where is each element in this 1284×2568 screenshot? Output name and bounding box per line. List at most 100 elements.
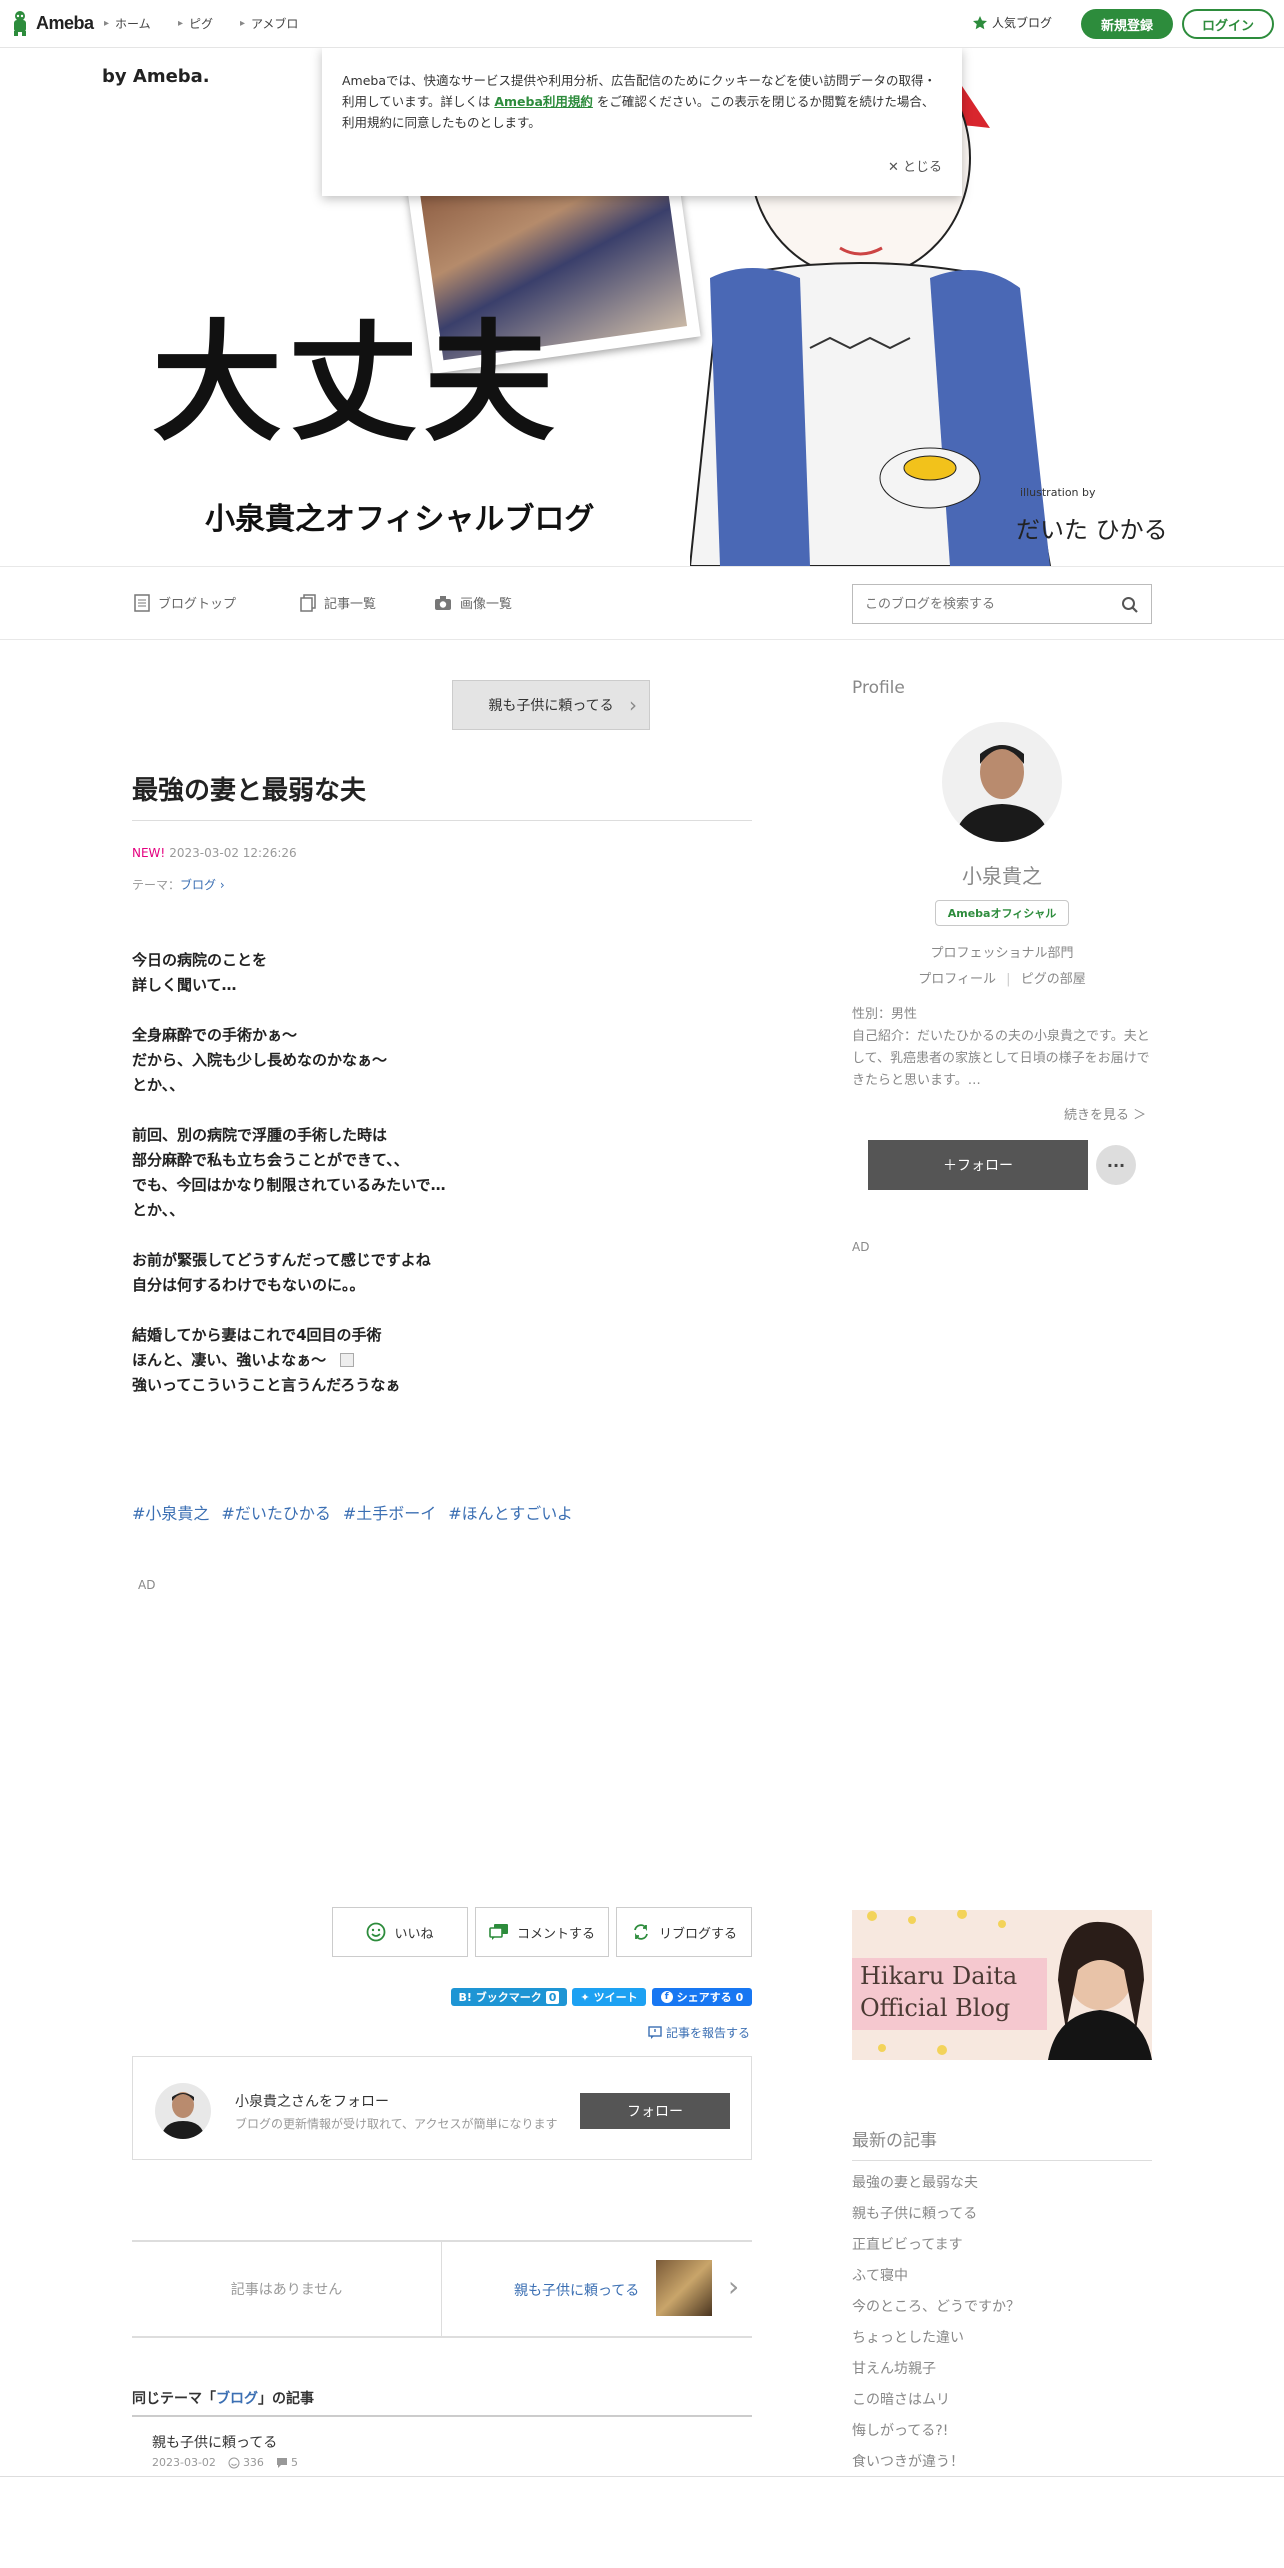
separator: | — [1006, 972, 1011, 987]
latest-article-link[interactable]: 食いつきが違う！ — [852, 2451, 964, 2471]
broken-image-icon — [340, 1353, 354, 1367]
more-options-button[interactable]: ··· — [1096, 1145, 1136, 1185]
article-pager: 記事はありません 親も子供に頼ってる › — [132, 2240, 752, 2338]
same-theme-article-link[interactable]: 親も子供に頼ってる — [152, 2432, 277, 2452]
blog-top-label: ブログトップ — [158, 597, 237, 612]
latest-article-link[interactable]: 悔しがってる?! — [852, 2420, 948, 2440]
like-button[interactable]: いいね — [332, 1907, 468, 1957]
nav-label: アメブロ — [251, 17, 299, 31]
pigg-room-link[interactable]: ピグの部屋 — [1021, 972, 1086, 987]
latest-article-link[interactable]: 最強の妻と最弱な夫 — [852, 2172, 978, 2192]
header-subtitle: 小泉貴之オフィシャルブログ — [205, 502, 595, 537]
reblog-button[interactable]: リブログする — [616, 1907, 752, 1957]
search-icon[interactable] — [1121, 596, 1139, 614]
same-theme-article-meta: 2023-03-02 336 5 — [152, 2456, 298, 2469]
read-more-link[interactable]: 続きを見る ＞ — [1064, 1104, 1146, 1123]
profile-links: プロフィール | ピグの部屋 — [852, 968, 1152, 987]
profile-intro: 自己紹介：だいたひかるの夫の小泉貴之です。夫として、乳癌患者の家族として日頃の様… — [852, 1029, 1150, 1088]
star-badge-icon — [972, 15, 987, 29]
latest-article-link[interactable]: 正直ビビってます — [852, 2234, 963, 2254]
hashtag-link[interactable]: #ほんとすごいよ — [448, 1500, 573, 1524]
banner-line2: Official Blog — [860, 1994, 1011, 2022]
blog-search-box — [852, 584, 1152, 624]
like-label: いいね — [394, 1926, 434, 1942]
tweet-label: ツイート — [593, 1991, 638, 2004]
new-badge: NEW! — [132, 846, 166, 860]
facebook-icon: f — [660, 1991, 673, 2003]
comment-button[interactable]: コメントする — [475, 1907, 609, 1957]
blog-search-input[interactable] — [853, 585, 1103, 623]
profile-link[interactable]: プロフィール — [918, 972, 996, 987]
theme-link[interactable]: ブログ — [180, 878, 216, 892]
like-count-value: 336 — [242, 2456, 264, 2469]
facebook-share-button[interactable]: f シェアする 0 — [652, 1988, 752, 2006]
article-list-link[interactable]: 記事一覧 — [300, 593, 376, 612]
cookie-consent-dialog: Amebaでは、快適なサービス提供や利用分析、広告配信のためにクッキーなどを使い… — [322, 48, 962, 196]
report-article-link[interactable]: 記事を報告する — [648, 2024, 750, 2041]
popular-blog-label: 人気ブログ — [991, 16, 1052, 30]
latest-article-link[interactable]: 親も子供に頼ってる — [852, 2203, 977, 2223]
smile-icon — [367, 1922, 386, 1942]
copy-icon — [300, 593, 316, 612]
illustrator-signature: だいた ひかる — [1016, 516, 1168, 544]
blog-header[interactable]: by Ameba. 大丈夫 小泉貴之オフィシャルブログ illustration… — [0, 48, 1284, 566]
hashtag-link[interactable]: #だいたひかる — [221, 1500, 330, 1524]
register-button[interactable]: 新規登録 — [1081, 9, 1173, 39]
hikaru-daita-banner[interactable]: Hikaru Daita Official Blog — [852, 1910, 1152, 2060]
follow-title: 小泉貴之さんをフォロー — [235, 2094, 389, 2110]
previous-article-button[interactable]: 親も子供に頼ってる › — [452, 680, 650, 730]
login-button[interactable]: ログイン — [1182, 9, 1274, 39]
article-title: 最強の妻と最弱な夫 — [132, 776, 367, 806]
chevron-right-icon[interactable]: › — [728, 2270, 739, 2303]
latest-article-link[interactable]: この暗さはムリ — [852, 2389, 950, 2409]
latest-article-link[interactable]: ちょっとした違い — [852, 2327, 964, 2347]
tweet-button[interactable]: ✦ ツイート — [572, 1988, 646, 2006]
follow-desc: ブログの更新情報が受け取れて、アクセスが簡単になります — [235, 2117, 558, 2131]
chevron-right-icon: ▸ — [104, 18, 110, 29]
pager-next-link[interactable]: 親も子供に頼ってる — [514, 2280, 639, 2300]
follow-button[interactable]: フォロー — [580, 2093, 730, 2129]
hatena-count: 0 — [545, 1990, 560, 2004]
cookie-close-button[interactable]: ✕ とじる — [888, 157, 942, 178]
chevron-right-icon: › — [216, 878, 225, 892]
chevron-right-icon: ▸ — [178, 18, 184, 29]
hatena-bookmark-button[interactable]: B! ブックマーク 0 — [451, 1988, 567, 2006]
ad-label: AD — [138, 1578, 156, 1592]
nav-pigg[interactable]: ▸ ピグ — [178, 15, 213, 32]
blog-top-link[interactable]: ブログトップ — [134, 593, 236, 612]
report-icon — [648, 2025, 662, 2039]
next-article-thumbnail[interactable] — [656, 2260, 712, 2316]
theme-label: テーマ： — [132, 878, 181, 892]
latest-article-link[interactable]: ふて寝中 — [852, 2265, 908, 2285]
hashtag-link[interactable]: #小泉貴之 — [132, 1500, 209, 1524]
popular-blog-link[interactable]: 人気ブログ — [972, 14, 1052, 31]
profile-name: 小泉貴之 — [962, 864, 1042, 888]
image-list-link[interactable]: 画像一覧 — [434, 593, 512, 612]
official-badge: Amebaオフィシャル — [935, 900, 1069, 926]
ameba-mascot-icon — [14, 11, 26, 36]
nav-ameblo[interactable]: ▸ アメブロ — [240, 15, 298, 32]
top-nav-bar: Ameba ▸ ホーム ▸ ピグ ▸ アメブロ 人気ブログ 新規登録 ログイン — [0, 0, 1284, 48]
follow-box: 小泉貴之さんをフォロー ブログの更新情報が受け取れて、アクセスが簡単になります … — [132, 2056, 752, 2160]
nav-home[interactable]: ▸ ホーム — [104, 15, 151, 32]
latest-article-link[interactable]: 甘えん坊親子 — [852, 2358, 936, 2378]
same-theme-prefix: 同じテーマ「 — [132, 2391, 216, 2407]
sidebar-follow-button[interactable]: ＋フォロー — [868, 1140, 1088, 1190]
hatena-label: B! ブックマーク — [458, 1991, 542, 2004]
article-body: 今日の病院のことを 詳しく聞いて… 全身麻酔での手術かぁ〜 だから、入院も少し長… — [132, 951, 446, 1394]
latest-articles-heading: 最新の記事 — [852, 2131, 937, 2151]
latest-article-link[interactable]: 今のところ、どうですか？ — [852, 2296, 1020, 2316]
previous-article-label: 親も子供に頼ってる — [488, 698, 614, 714]
profile-avatar[interactable] — [942, 722, 1062, 842]
header-title: 大丈夫 — [152, 307, 561, 459]
same-theme-link[interactable]: ブログ — [216, 2391, 258, 2407]
terms-link[interactable]: Ameba利用規約 — [494, 94, 593, 109]
fb-count: 0 — [735, 1990, 744, 2004]
sidebar-ad-label: AD — [852, 1240, 870, 1254]
hashtag-link[interactable]: #土手ボーイ — [343, 1500, 436, 1524]
avatar[interactable] — [155, 2083, 211, 2139]
profile-category[interactable]: プロフェッショナル部門 — [852, 942, 1152, 961]
ameba-logo[interactable]: Ameba — [10, 10, 94, 36]
same-theme-heading: 同じテーマ「ブログ」の記事 — [132, 2388, 314, 2408]
document-icon — [134, 593, 150, 612]
